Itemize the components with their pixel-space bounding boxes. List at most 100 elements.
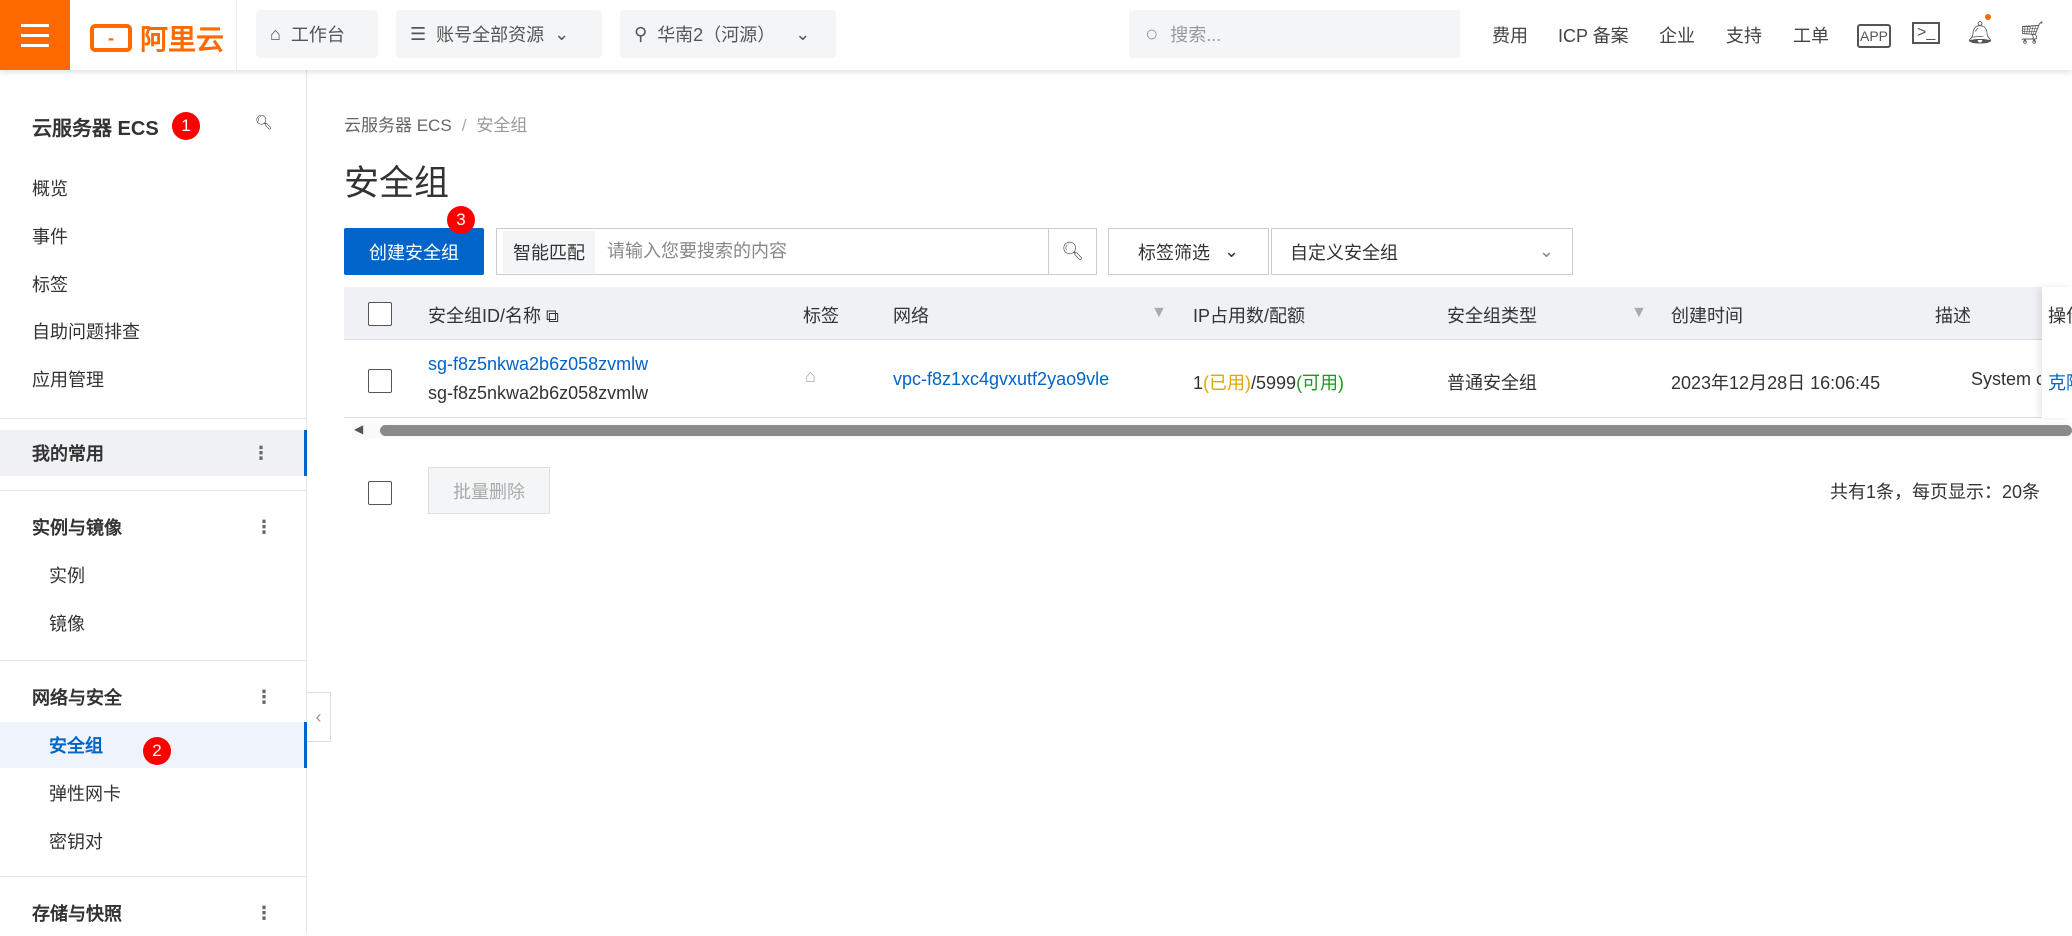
copy-icon[interactable]: ⧉ (546, 306, 559, 326)
nav-billing[interactable]: 费用 (1492, 22, 1528, 48)
search-icon: 🔍︎ (1061, 241, 1084, 261)
table-row: sg-f8z5nkwa2b6z058zvmlw sg-f8z5nkwa2b6z0… (344, 340, 2072, 418)
sidebar-item-keypair[interactable]: 密钥对 (0, 818, 307, 864)
annotation-badge-2: 2 (143, 737, 171, 765)
more-icon[interactable]: ⋮ (255, 903, 273, 924)
more-icon[interactable]: ⋮ (252, 443, 270, 464)
aliyun-logo[interactable]: - 阿里云 (90, 18, 224, 58)
available-label: (可用) (1296, 373, 1345, 393)
sidebar-item-troubleshoot[interactable]: 自助问题排查 (0, 308, 307, 354)
pagination-total: 共有1条，每页显示：20条 (1830, 482, 2041, 502)
col-desc: 描述 (1935, 306, 1971, 326)
workbench-label: 工作台 (290, 25, 345, 45)
server-icon: ☰ (410, 23, 427, 44)
breadcrumb: 云服务器 ECS / 安全组 (344, 116, 528, 135)
security-group-type: 普通安全组 (1447, 373, 1537, 393)
breadcrumb-ecs[interactable]: 云服务器 ECS (344, 116, 452, 135)
col-actions: 操作 (2048, 306, 2072, 326)
select-all-checkbox[interactable] (368, 302, 392, 326)
nav-enterprise[interactable]: 企业 (1659, 22, 1695, 48)
annotation-badge-3: 3 (447, 206, 475, 234)
vpc-link[interactable]: vpc-f8z1xc4gvxutf2yao9vle (893, 369, 1109, 390)
chevron-down-icon: ⌄ (1538, 241, 1554, 261)
search-input[interactable] (595, 241, 1048, 262)
cart-icon[interactable]: 🛒︎ (2018, 20, 2046, 46)
create-security-group-button[interactable]: 创建安全组 (344, 228, 484, 275)
group-label: 网络与安全 (32, 688, 122, 708)
app-icon[interactable]: APP (1857, 24, 1892, 48)
chevron-down-icon: ⌄ (1223, 241, 1240, 261)
search-button[interactable]: 🔍︎ (1048, 229, 1096, 274)
sidebar-item-events[interactable]: 事件 (0, 213, 307, 259)
bell-icon[interactable]: 🔔︎ (1966, 20, 1994, 46)
scrollbar-thumb[interactable] (380, 425, 2072, 436)
more-icon[interactable]: ⋮ (255, 517, 273, 538)
col-label: 安全组ID/名称 (428, 306, 542, 326)
security-group-id-link[interactable]: sg-f8z5nkwa2b6z058zvmlw (428, 354, 648, 375)
smart-match-select[interactable]: 智能匹配 (503, 230, 595, 273)
home-icon: ⌂ (270, 23, 281, 44)
ip-usage: 1(已用)/5999(可用) (1193, 369, 1344, 395)
row-checkbox[interactable] (368, 369, 392, 393)
created-time: 2023年12月28日 16:06:45 (1671, 373, 1881, 393)
breadcrumb-current: 安全组 (476, 116, 528, 135)
page-title: 安全组 (344, 164, 450, 203)
tag-filter-dropdown[interactable]: 标签筛选 ⌄ (1108, 228, 1269, 275)
divider (236, 0, 237, 70)
search-placeholder: 搜索... (1170, 25, 1222, 45)
group-label: 实例与镜像 (32, 518, 122, 538)
nav-support[interactable]: 支持 (1726, 22, 1762, 48)
actions-column: 操作 克隆 (2042, 287, 2072, 418)
filter-icon[interactable]: ▼ (1631, 304, 1647, 322)
sidebar-group-instances[interactable]: 实例与镜像 ⋮ (0, 504, 307, 550)
more-icon[interactable]: ⋮ (255, 687, 273, 708)
description: System created (1971, 369, 2041, 389)
nav-ticket[interactable]: 工单 (1793, 22, 1829, 48)
col-id-name: 安全组ID/名称 ⧉ (428, 302, 559, 328)
sidebar-favorites[interactable]: 我的常用 ⋮ (0, 430, 307, 476)
sidebar-item-instance[interactable]: 实例 (0, 552, 307, 598)
batch-delete-button[interactable]: 批量删除 (428, 467, 550, 514)
resources-dropdown[interactable]: ☰ 账号全部资源 ⌄ (396, 10, 602, 58)
sidebar-item-overview[interactable]: 概览 (0, 165, 307, 211)
nav-icp[interactable]: ICP 备案 (1558, 22, 1629, 48)
table-header: 安全组ID/名称 ⧉ 标签 网络 ▼ IP占用数/配额 安全组类型 ▼ 创建时间… (344, 287, 2072, 340)
resources-label: 账号全部资源 (436, 25, 545, 45)
ip-used: 1 (1193, 373, 1204, 393)
top-bar: - 阿里云 ⌂ 工作台 ☰ 账号全部资源 ⌄ ⚲ 华南2（河源） ⌄ ○ 搜索... 费用 I… (0, 0, 2072, 70)
filter-icon[interactable]: ▼ (1151, 304, 1167, 322)
annotation-badge-1: 1 (172, 112, 200, 140)
chevron-down-icon: ⌄ (554, 23, 570, 44)
global-search[interactable]: ○ 搜索... (1129, 10, 1460, 58)
tag-icon[interactable]: ⌂ (805, 366, 816, 387)
search-icon: ○ (1145, 21, 1159, 46)
custom-security-group-select[interactable]: 自定义安全组 ⌄ (1271, 228, 1573, 275)
col-ip-quota: IP占用数/配额 (1193, 306, 1306, 326)
region-label: 华南2（河源） (657, 25, 776, 45)
col-tags: 标签 (803, 306, 839, 326)
sidebar-item-image[interactable]: 镜像 (0, 600, 307, 646)
sidebar-search-icon[interactable]: 🔍︎ (255, 114, 273, 131)
terminal-icon[interactable]: >_ (1912, 22, 1941, 44)
ip-quota: /5999 (1251, 373, 1297, 393)
security-group-name: sg-f8z5nkwa2b6z058zvmlw (428, 383, 649, 403)
sidebar-group-storage[interactable]: 存储与快照 ⋮ (0, 890, 307, 936)
bulk-select-checkbox[interactable] (368, 481, 392, 505)
sidebar-item-eni[interactable]: 弹性网卡 (0, 770, 307, 816)
chevron-down-icon: ⌄ (795, 23, 811, 44)
search-box: 智能匹配 🔍︎ (496, 228, 1097, 275)
sidebar-item-app-mgmt[interactable]: 应用管理 (0, 356, 307, 402)
col-network: 网络 (893, 306, 929, 326)
clone-link[interactable]: 克隆 (2048, 369, 2072, 395)
custom-select-label: 自定义安全组 (1290, 242, 1398, 263)
menu-button[interactable] (0, 0, 70, 70)
sidebar-item-tags[interactable]: 标签 (0, 261, 307, 307)
workbench-button[interactable]: ⌂ 工作台 (256, 10, 378, 58)
logo-text: 阿里云 (140, 24, 225, 55)
notification-dot (1985, 14, 1991, 20)
col-created: 创建时间 (1671, 306, 1743, 326)
region-dropdown[interactable]: ⚲ 华南2（河源） ⌄ (620, 10, 836, 58)
collapse-sidebar-button[interactable]: ‹ (307, 692, 331, 742)
location-icon: ⚲ (634, 23, 648, 44)
sidebar-group-network[interactable]: 网络与安全 ⋮ (0, 674, 307, 720)
